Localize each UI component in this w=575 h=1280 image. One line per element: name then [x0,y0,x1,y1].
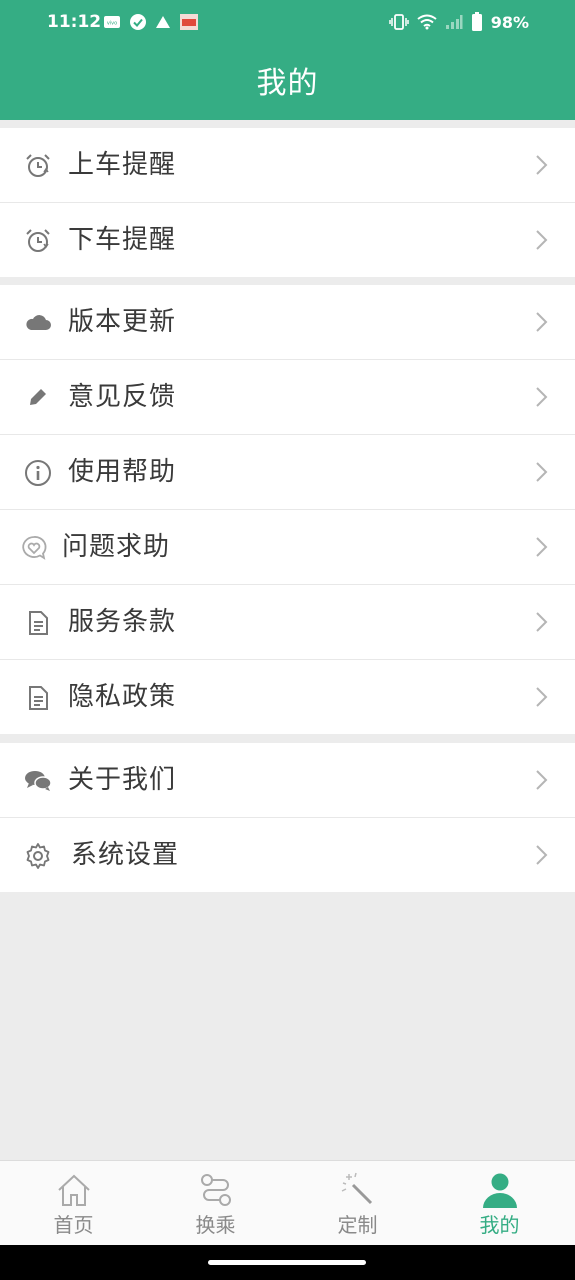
menu-item-about-us[interactable]: 关于我们 [0,743,575,818]
battery-percent: 98% [490,12,529,32]
chevron-right-icon [536,687,548,707]
tab-transfer[interactable]: 换乘 [144,1161,287,1246]
tab-label: 我的 [479,1213,520,1237]
menu-item-help[interactable]: 使用帮助 [0,435,575,510]
route-icon [201,1174,231,1206]
menu-item-label: 系统设置 [71,840,180,870]
chevron-right-icon [536,612,548,632]
menu-item-label: 下车提醒 [68,225,177,255]
magic-wand-icon [341,1172,373,1205]
menu-item-privacy-policy[interactable]: 隐私政策 [0,660,575,734]
battery-icon [471,12,482,31]
about-group: 关于我们 系统设置 [0,743,575,892]
menu-item-feedback[interactable]: 意见反馈 [0,360,575,435]
check-circle-icon [130,14,146,30]
system-nav-bar [0,1245,575,1280]
menu-item-label: 服务条款 [68,607,177,637]
gear-icon [26,843,50,869]
chevron-right-icon [536,845,548,865]
reminder-group: 上车提醒 下车提醒 [0,128,575,277]
home-icon [58,1174,90,1206]
status-bar: 11:12 vivo 98% [0,0,575,48]
home-gesture-handle[interactable] [208,1260,366,1265]
menu-item-system-settings[interactable]: 系统设置 [0,818,575,892]
tab-label: 首页 [53,1213,94,1237]
tab-mine[interactable]: 我的 [428,1161,571,1246]
tab-home[interactable]: 首页 [2,1161,145,1246]
menu-item-alighting-reminder[interactable]: 下车提醒 [0,203,575,277]
chevron-right-icon [536,462,548,482]
tab-custom[interactable]: 定制 [286,1161,429,1246]
chevron-right-icon [536,312,548,332]
chevron-right-icon [536,387,548,407]
alarm-clock-down-icon [26,229,50,252]
tab-label: 换乘 [195,1213,236,1237]
chevron-right-icon [536,155,548,175]
menu-item-label: 上车提醒 [68,150,177,180]
chevron-right-icon [536,537,548,557]
warning-icon [156,16,170,28]
alarm-clock-up-icon [26,154,50,177]
cloud-icon [26,315,51,330]
app-notification-icon [180,14,198,30]
menu-item-label: 使用帮助 [68,457,177,487]
pencil-icon [30,389,46,405]
menu-item-ask-for-help[interactable]: 问题求助 [0,510,575,585]
signal-icon [445,15,463,29]
chevron-right-icon [536,770,548,790]
document-icon [29,611,48,635]
vibrate-icon [388,14,409,30]
vivo-icon: vivo [104,16,120,28]
document-icon [29,686,48,710]
app-header: 我的 [0,48,575,120]
menu-item-label: 问题求助 [62,532,171,562]
status-time: 11:12 [47,12,102,32]
tab-label: 定制 [337,1213,378,1237]
menu-item-label: 关于我们 [68,765,177,795]
wifi-icon [417,14,437,30]
svg-text:vivo: vivo [107,21,117,27]
menu-item-label: 隐私政策 [68,682,177,712]
info-group: 版本更新 意见反馈 使用帮助 问题求助 服务条款 隐私政策 [0,285,575,734]
menu-item-terms-of-service[interactable]: 服务条款 [0,585,575,660]
menu-item-boarding-reminder[interactable]: 上车提醒 [0,128,575,203]
info-icon [25,460,51,486]
menu-item-label: 意见反馈 [68,382,177,412]
heart-chat-icon [22,536,47,560]
page-title: 我的 [256,66,319,101]
chevron-right-icon [536,230,548,250]
bottom-tab-bar: 首页 换乘 定制 我的 [0,1160,575,1246]
chat-bubbles-icon [25,771,52,791]
menu-item-version-update[interactable]: 版本更新 [0,285,575,360]
person-icon [483,1173,517,1208]
menu-item-label: 版本更新 [68,307,177,337]
